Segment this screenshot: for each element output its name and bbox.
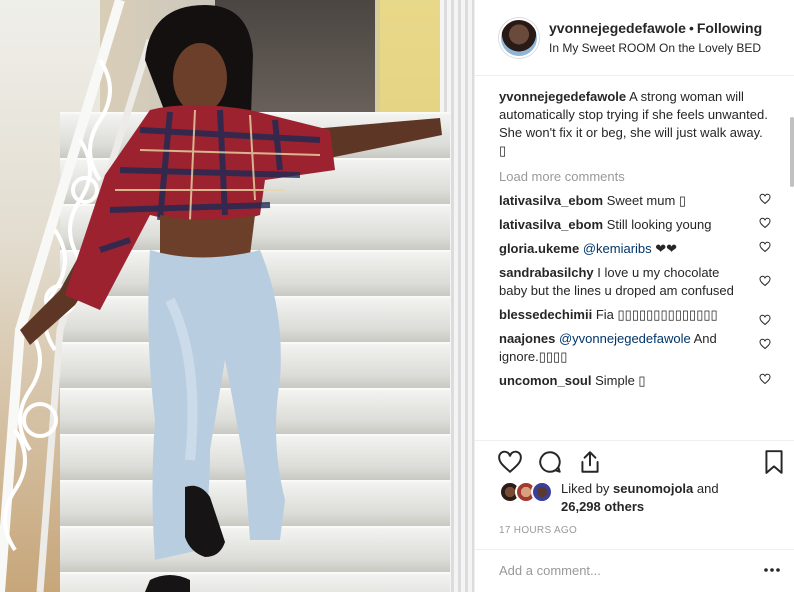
following-button[interactable]: Following: [697, 20, 762, 36]
post-timestamp[interactable]: 17 HOURS AGO: [499, 525, 577, 536]
liker-username[interactable]: seunomojola: [613, 481, 693, 496]
likes-joiner: and: [696, 481, 719, 496]
comment-like-heart-icon[interactable]: [759, 338, 771, 350]
comment-like-heart-icon[interactable]: [759, 275, 771, 287]
author-avatar[interactable]: [499, 17, 539, 58]
comment-username[interactable]: uncomon_soul: [499, 373, 591, 388]
likes-prefix: Liked by: [561, 481, 610, 496]
comment-like-heart-icon[interactable]: [759, 217, 771, 229]
comment-item: sandrabasilchy I love u my chocolate bab…: [499, 264, 771, 300]
comment-username[interactable]: gloria.ukeme: [499, 241, 579, 256]
comment-text: Still looking young: [606, 217, 712, 232]
add-comment-input[interactable]: [499, 563, 739, 578]
comment-like-heart-icon[interactable]: [759, 241, 771, 253]
load-more-comments-button[interactable]: Load more comments: [499, 168, 771, 186]
comment-text: ❤❤: [655, 241, 678, 256]
instagram-post: yvonnejegedefawole • Following In My Sweet…: [0, 0, 794, 592]
liker-avatar[interactable]: [531, 481, 553, 503]
author-username[interactable]: yvonnejegedefawole: [549, 20, 686, 36]
heart-outline-icon[interactable]: [497, 449, 523, 475]
comment-like-heart-icon[interactable]: [759, 373, 771, 385]
comment-mention[interactable]: @yvonnejegedefawole: [559, 331, 691, 346]
comment-username[interactable]: lativasilva_ebom: [499, 193, 603, 208]
post-photo[interactable]: [0, 0, 474, 592]
share-icon[interactable]: [577, 449, 603, 475]
author-line: yvonnejegedefawole • Following: [549, 19, 762, 37]
comment-username[interactable]: blessedechimii: [499, 307, 592, 322]
action-bar: [475, 440, 794, 480]
comment-text: Sweet mum ▯: [606, 193, 687, 208]
comment-item: naajones @yvonnejegedefawole And ignore.…: [499, 330, 771, 366]
comments-scrollbar[interactable]: [790, 77, 794, 439]
comment-item: gloria.ukeme @kemiaribs ❤❤: [499, 240, 771, 258]
caption-emoji: ▯: [499, 143, 507, 158]
likes-summary: Liked by seunomojola and 26,298 others: [499, 480, 751, 516]
comment-item: lativasilva_ebom Still looking young: [499, 216, 771, 234]
comment-like-heart-icon[interactable]: [759, 193, 771, 205]
ellipsis-icon[interactable]: [763, 567, 781, 573]
post-caption: yvonnejegedefawole A strong woman will a…: [499, 88, 771, 160]
comment-text: Fia ▯▯▯▯▯▯▯▯▯▯▯▯▯▯: [595, 307, 718, 322]
likes-count-link[interactable]: 26,298 others: [561, 499, 644, 514]
comment-item: blessedechimii Fia ▯▯▯▯▯▯▯▯▯▯▯▯▯▯: [499, 306, 771, 326]
speech-bubble-icon[interactable]: [537, 449, 563, 475]
person-figure: [20, 5, 442, 592]
comment-username[interactable]: sandrabasilchy: [499, 265, 594, 280]
comments-list[interactable]: yvonnejegedefawole A strong woman will a…: [475, 77, 794, 439]
comment-item: uncomon_soul Simple ▯: [499, 372, 771, 390]
post-side-panel: yvonnejegedefawole • Following In My Sweet…: [474, 0, 794, 592]
add-comment-section: [475, 549, 794, 592]
bookmark-icon[interactable]: [761, 449, 787, 475]
post-location[interactable]: In My Sweet ROOM On the Lovely BED: [549, 39, 762, 57]
likes-text: Liked by seunomojola and 26,298 others: [561, 480, 751, 516]
author-info: yvonnejegedefawole • Following In My Sweet…: [549, 19, 762, 57]
comment-text: Simple ▯: [595, 373, 646, 388]
comment-username[interactable]: naajones: [499, 331, 555, 346]
comment-like-heart-icon[interactable]: [759, 314, 771, 326]
separator-dot: •: [688, 19, 694, 36]
post-header: yvonnejegedefawole • Following In My Sweet…: [475, 0, 794, 76]
comment-username[interactable]: lativasilva_ebom: [499, 217, 603, 232]
comment-item: lativasilva_ebom Sweet mum ▯: [499, 192, 771, 210]
liker-avatars: [499, 481, 553, 503]
comment-mention[interactable]: @kemiaribs: [583, 241, 652, 256]
caption-username[interactable]: yvonnejegedefawole: [499, 89, 626, 104]
